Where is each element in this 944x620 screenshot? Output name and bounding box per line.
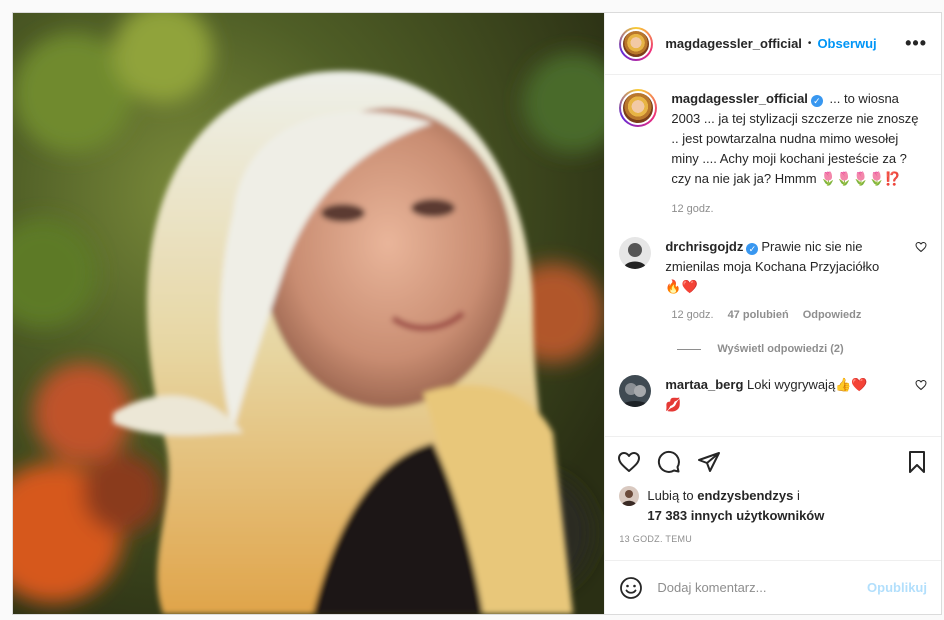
verified-icon: ✓ [746, 243, 759, 255]
author-avatar[interactable] [619, 26, 654, 61]
portrait-image [13, 13, 605, 614]
comment-emoji-2: 💋 [665, 397, 682, 412]
reply-button[interactable]: Odpowiedz [803, 309, 862, 321]
likes-prefix: Lubią to [647, 488, 694, 503]
like-comment-heart-icon[interactable] [915, 241, 927, 253]
caption-time[interactable]: 12 godz. [671, 203, 713, 215]
comment-text: drchrisgojdz ✓ Prawie nic sie nie zmienila… [665, 237, 915, 297]
likes-and: i [796, 488, 800, 503]
post-header: magdagessler_official • Obserwuj ••• [605, 13, 941, 75]
view-replies-label[interactable]: Wyświetl odpowiedzi (2) [717, 343, 843, 355]
like-comment-heart-icon[interactable] [915, 379, 927, 391]
separator-dot: • [807, 38, 812, 49]
likes-count[interactable]: 17 383 innych użytkowników [647, 508, 824, 523]
likes-summary: Lubią to endzysbendzys i 17 383 innych u… [605, 486, 941, 526]
commenter-avatar[interactable] [619, 237, 652, 269]
comment-bubble-icon[interactable] [657, 450, 681, 474]
likes-text: Lubią to endzysbendzys i 17 383 innych u… [647, 486, 824, 526]
liker-username[interactable]: endzysbendzys [697, 488, 793, 503]
like-heart-icon[interactable] [617, 450, 641, 474]
caption-meta: 12 godz. [671, 203, 927, 215]
more-options-icon[interactable]: ••• [905, 33, 927, 54]
liker-avatar[interactable] [619, 486, 640, 506]
post-modal: magdagessler_official • Obserwuj ••• mag… [12, 12, 942, 615]
post-photo[interactable] [13, 13, 605, 614]
caption-emoji: 🌷🌷🌷🌷⁉️ [820, 171, 902, 186]
comment-text: martaa_berg Loki wygrywają👍❤️ 💋 [665, 375, 915, 415]
verified-icon: ✓ [810, 95, 823, 107]
comment-input[interactable] [657, 580, 868, 595]
publish-button[interactable]: Opublikuj [867, 580, 927, 595]
comments-list[interactable]: magdagessler_official ✓ ... to wiosna 200… [605, 75, 941, 436]
comment-emoji: 🔥❤️ [665, 279, 698, 294]
emoji-smiley-icon[interactable] [619, 576, 643, 600]
caption: magdagessler_official ✓ ... to wiosna 200… [619, 89, 927, 189]
add-comment-bar: Opublikuj [605, 560, 941, 614]
comment-likes[interactable]: 47 polubień [728, 309, 789, 321]
comment-emoji: 👍❤️ [835, 377, 868, 392]
comment-meta: 12 godz. 47 polubień Odpowiedz [671, 309, 927, 321]
commenter-avatar[interactable] [619, 375, 652, 407]
comment-time[interactable]: 12 godz. [671, 309, 713, 321]
post-side-panel: magdagessler_official • Obserwuj ••• mag… [604, 13, 941, 614]
post-actions [605, 436, 941, 486]
view-replies[interactable]: Wyświetl odpowiedzi (2) [677, 343, 927, 355]
comment-item: martaa_berg Loki wygrywają👍❤️ 💋 [619, 375, 927, 415]
comment-body: Loki wygrywają [747, 377, 836, 392]
comment-author[interactable]: martaa_berg [665, 377, 743, 392]
post-timestamp[interactable]: 13 GODZ. TEMU [605, 526, 941, 560]
follow-button[interactable]: Obserwuj [817, 36, 876, 51]
share-paper-plane-icon[interactable] [697, 450, 721, 474]
replies-divider [677, 348, 702, 350]
comment-item: drchrisgojdz ✓ Prawie nic sie nie zmienila… [619, 237, 927, 297]
author-username[interactable]: magdagessler_official [665, 36, 802, 51]
bookmark-icon[interactable] [905, 450, 929, 474]
caption-author[interactable]: magdagessler_official [671, 91, 808, 106]
caption-avatar[interactable] [619, 89, 658, 127]
caption-text: magdagessler_official ✓ ... to wiosna 200… [671, 89, 927, 189]
comment-author[interactable]: drchrisgojdz [665, 239, 743, 254]
